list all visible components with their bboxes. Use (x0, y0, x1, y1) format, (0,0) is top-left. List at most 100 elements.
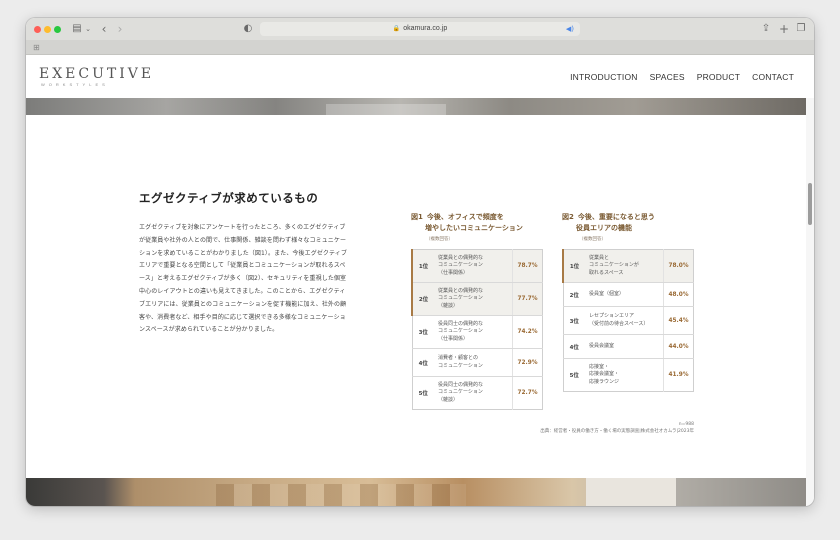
rank-cell: 2位 (411, 282, 434, 316)
rank-cell: 2位 (563, 282, 585, 307)
label-line: （仕事関係） (438, 335, 469, 342)
nav-introduction[interactable]: INTRODUCTION (570, 72, 638, 82)
label-line: コミュニケーション (438, 362, 483, 369)
lock-icon: 🔒 (392, 26, 401, 32)
rank-cell: 1位 (562, 249, 585, 283)
label-cell: 役員室（個室） (585, 282, 664, 307)
table-row: 1位 従業員と コミュニケーションが 取れるスペース 78.0% (562, 249, 694, 283)
label-cell: 役員同士の偶発的な コミュニケーション （仕事関係） (434, 315, 513, 349)
table-row: 5位 役員同士の偶発的な コミュニケーション （雑談） 72.7% (412, 376, 543, 410)
bottom-image (26, 478, 806, 506)
rank-cell: 3位 (563, 306, 585, 335)
nav-contact[interactable]: CONTACT (752, 72, 794, 82)
browser-window: ▤ ⌄ ‹ › ◐ 🔒 okamura.co.jp ◀) ⇪ + ❐ ⊞ EXEC… (26, 18, 814, 506)
label-line: コミュニケーションが (589, 262, 639, 269)
label-cell: 役員同士の偶発的な コミュニケーション （雑談） (434, 376, 513, 410)
table-row: 3位 役員同士の偶発的な コミュニケーション （仕事関係） 74.2% (412, 315, 543, 349)
rank-cell: 5位 (418, 391, 428, 397)
zoom-window-button[interactable] (54, 26, 61, 33)
rank-cell: 1位 (411, 249, 434, 283)
site-logo-subtitle: WORKSTYLES (41, 82, 109, 87)
label-line: 役員室（個室） (589, 290, 625, 297)
share-icon[interactable]: ⇪ (760, 22, 772, 36)
page-scrollbar[interactable] (806, 98, 814, 506)
section-body: エグゼクティブを対象にアンケートを行ったところ、多くのエグゼクティブが従業員や社… (139, 224, 347, 334)
label-line: レセプションエリア (589, 313, 635, 319)
label-line: （雑談） (438, 396, 459, 403)
table-row: 2位 役員室（個室） 48.0% (563, 282, 694, 307)
source-note: 出典：経営者・役員の働き方・働く場の実態調査|株式会社オカムラ|2023年 (540, 429, 694, 434)
minimize-window-button[interactable] (44, 26, 51, 33)
label-line: 役員会議室 (589, 342, 615, 349)
privacy-shield-icon[interactable]: ◐ (242, 22, 254, 36)
fig1-title-line2: 増やしたいコミュニケーション (425, 224, 523, 232)
nav-product[interactable]: PRODUCT (697, 72, 740, 82)
rank-cell: 4位 (412, 348, 434, 377)
tab-grid-icon[interactable]: ⊞ (33, 43, 40, 52)
label-cell: 応接室・ 応接会議室・ 応接ラウンジ (585, 358, 664, 392)
table-row: 3位 レセプションエリア （受付前の待合スペース） 45.4% (563, 306, 694, 335)
fig2-table: 1位 従業員と コミュニケーションが 取れるスペース 78.0% 2位 役員室（個室） 48.… (562, 249, 694, 392)
percent-cell: 72.9% (512, 348, 543, 377)
address-bar[interactable]: 🔒 okamura.co.jp ◀) (260, 22, 580, 36)
main-content: エグゼクティブが求めているもの エグゼクティブを対象にアンケートを行ったところ、… (26, 115, 806, 478)
label-line: （受付前の待合スペース） (589, 320, 649, 327)
table-row: 5位 応接室・ 応接会議室・ 応接ラウンジ 41.9% (563, 358, 694, 392)
fig2-title: 図2 今後、重要になると思う 役員エリアの機能 (562, 212, 655, 234)
fig1-number: 図1 (411, 213, 423, 221)
rank-cell: 3位 (412, 315, 434, 349)
chevron-down-icon[interactable]: ⌄ (84, 22, 92, 36)
rank-cell: 4位 (563, 334, 585, 359)
label-cell: 消費者・顧客との コミュニケーション (434, 348, 513, 377)
fig2-title-line2: 役員エリアの機能 (576, 224, 632, 232)
label-cell: 役員会議室 (585, 334, 664, 359)
url-text: okamura.co.jp (403, 25, 448, 32)
fig1-subtitle: （複数回答） (426, 237, 453, 242)
sample-size: n=988 (678, 422, 694, 427)
table-row: 4位 役員会議室 44.0% (563, 334, 694, 359)
percent-cell: 78.7% (512, 249, 543, 283)
table-row: 1位 従業員との偶発的な コミュニケーション （仕事関係） 78.7% (411, 249, 543, 283)
label-cell: 従業員との偶発的な コミュニケーション （仕事関係） (434, 249, 513, 283)
label-line: 応接ラウンジ (589, 378, 620, 385)
forward-icon[interactable]: › (114, 22, 126, 36)
url-display: 🔒 okamura.co.jp (260, 22, 580, 36)
percent-cell: 72.7% (517, 390, 538, 396)
percent-cell: 45.4% (663, 306, 694, 335)
label-line: 取れるスペース (589, 269, 624, 276)
fig2-number: 図2 (562, 213, 574, 221)
percent-cell: 44.0% (663, 334, 694, 359)
sidebar-icon[interactable]: ▤ (70, 22, 84, 36)
percent-cell: 77.7% (512, 282, 543, 316)
close-window-button[interactable] (34, 26, 41, 33)
label-line: コミュニケーション (438, 328, 483, 335)
browser-toolbar: ▤ ⌄ ‹ › ◐ 🔒 okamura.co.jp ◀) ⇪ + ❐ (26, 18, 814, 40)
site-logo[interactable]: EXECUTIVE (39, 66, 154, 82)
scrollbar-thumb[interactable] (808, 183, 812, 225)
percent-cell: 74.2% (512, 315, 543, 349)
fig2-title-line1: 今後、重要になると思う (577, 213, 655, 221)
fig1-table: 1位 従業員との偶発的な コミュニケーション （仕事関係） 78.7% 2位 従業員との偶発… (411, 249, 543, 410)
site-header: EXECUTIVE WORKSTYLES INTRODUCTION SPACES… (26, 55, 814, 98)
hero-image (26, 98, 806, 115)
main-nav: INTRODUCTION SPACES PRODUCT CONTACT (570, 72, 794, 82)
back-icon[interactable]: ‹ (98, 22, 110, 36)
label-line: （仕事関係） (438, 269, 469, 276)
label-cell: レセプションエリア （受付前の待合スペース） (585, 306, 664, 335)
table-row: 4位 消費者・顧客との コミュニケーション 72.9% (412, 348, 543, 377)
tab-overview-icon[interactable]: ❐ (795, 22, 807, 36)
label-line: （雑談） (438, 302, 459, 309)
label-cell: 従業員との偶発的な コミュニケーション （雑談） (434, 282, 513, 316)
fig1-title: 図1 今後、オフィスで頻度を 増やしたいコミュニケーション (411, 212, 523, 234)
new-tab-icon[interactable]: + (778, 22, 790, 36)
label-line: 消費者・顧客との (438, 355, 478, 361)
tab-strip: ⊞ (26, 40, 814, 55)
label-line: コミュニケーション (438, 295, 483, 302)
section-title: エグゼクティブが求めているもの (139, 191, 319, 205)
percent-cell: 48.0% (663, 282, 694, 307)
fig1-title-line1: 今後、オフィスで頻度を (426, 213, 504, 221)
audio-icon[interactable]: ◀) (566, 22, 574, 36)
fig2-subtitle: （複数回答） (579, 237, 606, 242)
nav-spaces[interactable]: SPACES (650, 72, 685, 82)
label-line: コミュニケーション (438, 262, 483, 269)
